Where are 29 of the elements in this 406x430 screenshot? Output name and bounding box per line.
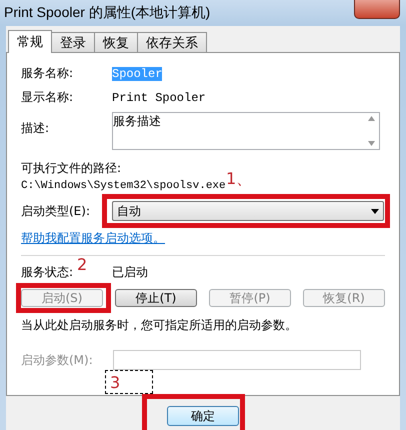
dropdown-arrow-icon [371, 208, 379, 214]
window-title: Print Spooler 的属性(本地计算机) [4, 4, 210, 22]
startup-type-dropdown[interactable]: 自动 [112, 201, 384, 221]
path-value: C:\Windows\System32\spoolsv.exe [21, 180, 226, 192]
help-link[interactable]: 帮助我配置服务启动选项。 [21, 231, 165, 245]
service-name-value: Spooler [112, 66, 162, 80]
scroll-up-icon[interactable] [368, 116, 374, 121]
service-button[interactable]: 停止(T) [115, 289, 197, 307]
field-label: 启动类型(E): [21, 202, 91, 220]
field-label: 可执行文件的路径: [21, 161, 122, 175]
ok-button[interactable]: 确定 [167, 406, 239, 426]
tab[interactable]: 依存关系 [137, 32, 207, 52]
scroll-down-icon[interactable] [368, 141, 374, 146]
step-number: 3 [105, 370, 153, 394]
tab[interactable]: 恢复 [94, 32, 138, 52]
field-label: 服务名称: [21, 65, 74, 82]
status-value: 已启动 [112, 264, 148, 281]
tab[interactable]: 常规 [8, 30, 52, 53]
tab[interactable]: 登录 [51, 32, 95, 52]
description-field[interactable]: 服务描述 [112, 112, 380, 150]
display-name-value: Print Spooler [112, 90, 206, 104]
field-label: 描述: [21, 120, 50, 137]
hint-text: 当从此处启动服务时，您可指定所适用的启动参数。 [21, 318, 297, 332]
step-number: 1、 [226, 171, 252, 187]
field-label: 启动参数(M): [21, 352, 93, 368]
close-button[interactable] [354, 0, 400, 19]
field-label: 显示名称: [21, 89, 74, 106]
start-parameters-field[interactable] [112, 350, 361, 370]
step-number: 2 [77, 257, 88, 273]
